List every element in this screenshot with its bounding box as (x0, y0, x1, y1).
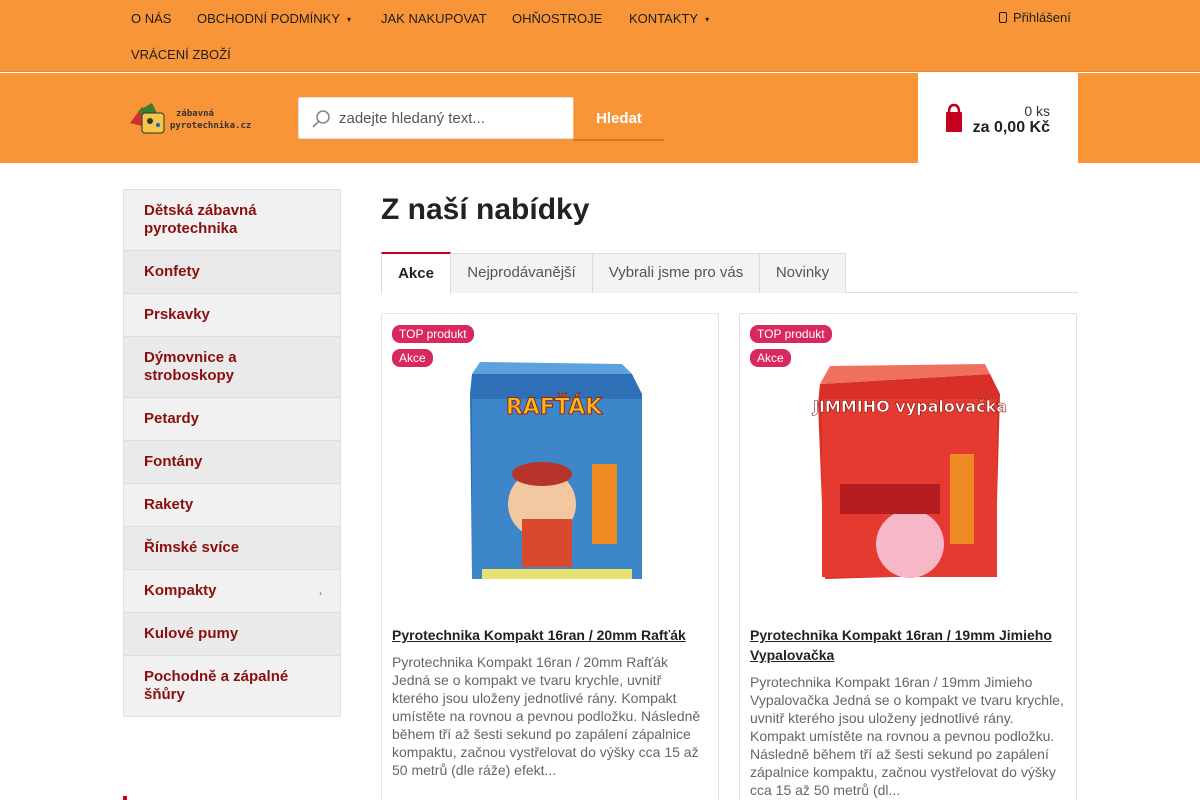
product-image-text: RAFŤÁK (506, 394, 603, 420)
nav-item-label: O NÁS (131, 11, 172, 26)
sale-badge: Akce (392, 349, 433, 367)
product-name-link[interactable]: Pyrotechnika Kompakt 16ran / 19mm Jimieh… (750, 625, 1068, 665)
top-product-badge: TOP produkt (392, 325, 474, 343)
cart-icon (946, 103, 962, 132)
page-title: Z naší nabídky (381, 193, 590, 226)
tab-vybrali-jsme[interactable]: Vybrali jsme pro vás (592, 253, 760, 293)
chevron-right-icon: › (319, 588, 322, 598)
nav-item-kontakty[interactable]: KONTAKTY ▾ (629, 11, 709, 26)
tab-akce[interactable]: Akce (381, 252, 451, 294)
nav-item-label: JAK NAKUPOVAT (381, 11, 487, 26)
nav-item-vraceni-zbozi[interactable]: VRÁCENÍ ZBOŽÍ (131, 47, 231, 62)
site-header: zábavná pyrotechnika.cz Hledat 0 ks za 0… (0, 73, 1200, 163)
sidebar-item-pochodne[interactable]: Pochodně a zápalné šňůry (124, 656, 340, 716)
sidebar-item-rimske-svice[interactable]: Římské svíce (124, 527, 340, 570)
search-icon (312, 110, 330, 128)
category-sidebar: Dětská zábavná pyrotechnika Konfety Prsk… (123, 189, 341, 717)
cart-total: za 0,00 Kč (972, 119, 1050, 136)
sidebar-item-detska-zabavna-pyrotechnika[interactable]: Dětská zábavná pyrotechnika (124, 190, 340, 251)
search-box (298, 97, 574, 139)
product-image[interactable]: JIMMIHO vypalovačka (800, 354, 1020, 594)
cart-count: 0 ks (1024, 103, 1050, 119)
product-image[interactable]: RAFŤÁK (442, 354, 662, 594)
nav-item-o-nas[interactable]: O NÁS (131, 11, 171, 26)
nav-item-label: OBCHODNÍ PODMÍNKY (197, 11, 341, 26)
nav-item-ohnostroje[interactable]: OHŇOSTROJE (512, 11, 602, 26)
product-description: Pyrotechnika Kompakt 16ran / 19mm Jimieh… (750, 674, 1064, 798)
sidebar-item-kulove-pumy[interactable]: Kulové pumy (124, 613, 340, 656)
nav-item-label: VRÁCENÍ ZBOŽÍ (131, 47, 231, 62)
product-image-text: JIMMIHO vypalovačka (812, 397, 1007, 416)
site-logo[interactable]: zábavná pyrotechnika.cz (128, 101, 268, 137)
section-marker (123, 796, 127, 800)
login-link[interactable]: Přihlášení (999, 10, 1071, 25)
sidebar-item-rakety[interactable]: Rakety (124, 484, 340, 527)
product-card[interactable]: TOP produkt Akce RAFŤÁK Pyrotechnika Kom… (381, 313, 719, 800)
sidebar-item-konfety[interactable]: Konfety (124, 251, 340, 294)
sidebar-item-fontany[interactable]: Fontány (124, 441, 340, 484)
search-button[interactable]: Hledat (573, 97, 664, 139)
logo-text-2: pyrotechnika.cz (170, 120, 251, 131)
cart-widget[interactable]: 0 ks za 0,00 Kč (918, 73, 1078, 163)
sale-badge: Akce (750, 349, 791, 367)
search-input[interactable] (339, 98, 569, 138)
top-navigation: O NÁS OBCHODNÍ PODMÍNKY ▾ JAK NAKUPOVAT O… (0, 0, 1200, 72)
sidebar-item-kompakty[interactable]: Kompakty › (124, 570, 340, 613)
sidebar-item-dymovnice[interactable]: Dýmovnice a stroboskopy (124, 337, 340, 398)
sidebar-item-prskavky[interactable]: Prskavky (124, 294, 340, 337)
product-tabs: Akce Nejprodávanější Vybrali jsme pro vá… (381, 252, 1078, 294)
logo-graphic: zábavná pyrotechnika.cz (130, 103, 251, 134)
top-product-badge: TOP produkt (750, 325, 832, 343)
nav-item-label: OHŇOSTROJE (512, 11, 603, 26)
product-card[interactable]: TOP produkt Akce JIMMIHO vypalovačka Pyr… (739, 313, 1077, 800)
chevron-down-icon: ▾ (347, 15, 352, 24)
nav-item-obchodni-podminky[interactable]: OBCHODNÍ PODMÍNKY ▾ (197, 11, 351, 26)
product-name-link[interactable]: Pyrotechnika Kompakt 16ran / 20mm Rafťák (392, 625, 710, 645)
sidebar-item-petardy[interactable]: Petardy (124, 398, 340, 441)
lock-icon (999, 12, 1007, 23)
nav-item-label: KONTAKTY (629, 11, 699, 26)
tab-nejprodavanejsi[interactable]: Nejprodávanější (450, 253, 593, 293)
sidebar-item-label: Kompakty (144, 582, 217, 599)
tab-novinky[interactable]: Novinky (759, 253, 846, 293)
login-label: Přihlášení (1013, 10, 1071, 25)
chevron-down-icon: ▾ (705, 15, 710, 24)
logo-text-1: zábavná (176, 109, 214, 119)
product-description: Pyrotechnika Kompakt 16ran / 20mm Rafťák… (392, 654, 701, 778)
nav-item-jak-nakupovat[interactable]: JAK NAKUPOVAT (381, 11, 487, 26)
